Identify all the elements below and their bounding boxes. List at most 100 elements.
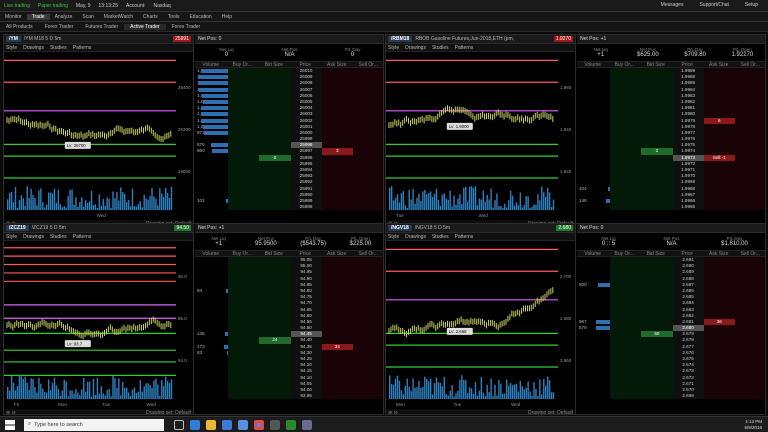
calculator-icon[interactable] — [270, 419, 280, 430]
symbol-box[interactable]: /YM — [6, 36, 21, 42]
zoom-icon[interactable]: ⊕ ⊖ — [388, 410, 398, 415]
toolbar-drawings[interactable]: Drawings — [23, 45, 44, 51]
volume-bar — [513, 384, 516, 399]
menu-trade[interactable]: Trade — [26, 13, 50, 20]
buy-order-cell[interactable] — [228, 393, 260, 400]
windows-start-icon[interactable] — [5, 419, 15, 430]
buy-order-cell[interactable] — [610, 204, 642, 211]
toolbar-patterns[interactable]: Patterns — [73, 234, 92, 240]
bid-size-cell[interactable] — [641, 204, 673, 211]
menu-help[interactable]: Help — [217, 14, 237, 20]
volume-bar — [225, 198, 229, 203]
chrome-icon[interactable] — [254, 419, 264, 430]
volume-bar — [519, 380, 522, 399]
volume-bar — [449, 390, 451, 399]
drawing-set-dropdown[interactable]: Drawing set: Default — [528, 410, 573, 415]
volume-bar — [472, 188, 475, 210]
edge-icon[interactable] — [190, 419, 200, 430]
ask-size-cell[interactable] — [703, 393, 735, 400]
subtab-item[interactable]: Forex Trader — [39, 24, 80, 30]
sell-order-cell[interactable] — [734, 393, 765, 400]
volume-bar — [137, 203, 140, 210]
system-tray-clock[interactable]: 1:13 PM 5/9/2018 — [744, 419, 762, 430]
top-link[interactable]: Support/Chat — [695, 2, 732, 9]
menu-tools[interactable]: Tools — [163, 14, 185, 20]
y-axis-label: 26200 — [178, 127, 191, 132]
volume-bar — [433, 193, 436, 210]
app-icon[interactable] — [302, 419, 312, 430]
top-link[interactable]: Messages — [657, 2, 688, 9]
column-header: Buy Or... — [614, 251, 634, 257]
toolbar-patterns[interactable]: Patterns — [455, 234, 474, 240]
toolbar-style[interactable]: Style — [388, 234, 399, 240]
volume-bar — [139, 380, 141, 399]
volume-bar — [201, 69, 229, 73]
volume-bar — [443, 193, 445, 210]
file-explorer-icon[interactable] — [206, 419, 216, 430]
zoom-icon[interactable]: ⊕ ⊖ — [6, 410, 16, 415]
menu-education[interactable]: Education — [184, 14, 216, 20]
status-item[interactable]: Paper trading — [34, 3, 72, 9]
buy-order-cell[interactable] — [610, 393, 642, 400]
thinkorswim-icon[interactable] — [286, 419, 296, 430]
menu-monitor[interactable]: Monitor — [0, 14, 27, 20]
subtab-item[interactable]: Forex Trader — [166, 24, 207, 30]
bid-size-cell[interactable] — [641, 393, 673, 400]
volume-bar — [49, 390, 52, 399]
top-link[interactable]: Setup — [741, 2, 762, 9]
toolbar-style[interactable]: Style — [6, 234, 17, 240]
store-icon[interactable] — [222, 419, 232, 430]
toolbar-drawings[interactable]: Drawings — [23, 234, 44, 240]
y-axis-label: 1.960 — [560, 85, 572, 90]
symbol-box[interactable]: /NGV18 — [388, 225, 412, 231]
toolbar-drawings[interactable]: Drawings — [405, 45, 426, 51]
volume-bar — [59, 204, 62, 210]
menu-analyze[interactable]: Analyze — [50, 14, 78, 20]
column-header: Bid Size — [264, 251, 283, 257]
price-chart[interactable]: 26400 26200 26000 Lv: 26700 Wed — [4, 52, 194, 220]
ask-size-cell[interactable] — [703, 204, 735, 211]
symbol-box[interactable]: /RBM18 — [388, 36, 413, 42]
toolbar-studies[interactable]: Studies — [50, 45, 67, 51]
price-chart[interactable]: 96.0 95.0 94.0 Lv: 93.7 Fri Mon Tue Wed — [4, 241, 194, 409]
volume-bar — [75, 389, 77, 399]
sell-order-cell[interactable] — [352, 393, 383, 400]
subtab-item[interactable]: Active Trader — [124, 23, 166, 30]
toolbar-studies[interactable]: Studies — [432, 45, 449, 51]
ask-size-cell[interactable] — [321, 393, 353, 400]
toolbar-studies[interactable]: Studies — [432, 234, 449, 240]
subtab-item[interactable]: All Products — [0, 24, 39, 30]
sell-order-cell[interactable] — [352, 204, 383, 211]
volume-bar — [131, 188, 134, 210]
menu-charts[interactable]: Charts — [138, 14, 163, 20]
stat-value: $225.00 — [349, 241, 372, 247]
sell-order-cell[interactable] — [734, 204, 765, 211]
toolbar-studies[interactable]: Studies — [50, 234, 67, 240]
volume-bar — [24, 376, 26, 399]
status-item[interactable]: Live trading — [0, 3, 34, 9]
subtab-item[interactable]: Futures Trader — [79, 24, 124, 30]
price-chart[interactable]: 2.700 2.680 2.660 Lv: 2.668 Mon Tue Wed — [386, 241, 576, 409]
price-chart[interactable]: 1.960 1.940 1.920 Lv: 1.9000 Tue Wed — [386, 52, 576, 220]
volume-bar — [94, 394, 97, 399]
symbol-box[interactable]: /ZCZ19 — [6, 225, 29, 231]
bid-size-cell[interactable] — [259, 204, 291, 211]
toolbar-patterns[interactable]: Patterns — [73, 45, 92, 51]
volume-bar — [226, 350, 229, 355]
ask-size-cell[interactable] — [321, 204, 353, 211]
menu-scan[interactable]: Scan — [77, 14, 98, 20]
mail-icon[interactable] — [238, 419, 248, 430]
toolbar-style[interactable]: Style — [388, 45, 399, 51]
task-view-icon[interactable] — [174, 419, 184, 430]
chart-toolbar: Style Drawings Studies Patterns — [386, 44, 575, 52]
bid-size-cell[interactable] — [259, 393, 291, 400]
toolbar-patterns[interactable]: Patterns — [455, 45, 474, 51]
menu-marketwatch[interactable]: MarketWatch — [99, 14, 138, 20]
drawing-set-dropdown[interactable]: Drawing set: Default — [146, 410, 191, 415]
ladder-rows: 95.05 95.00 94.95 94.90 94.85 94 94.80 94.75 94.… — [195, 257, 383, 400]
buy-order-cell[interactable] — [228, 204, 260, 211]
volume-bar — [202, 99, 229, 104]
toolbar-drawings[interactable]: Drawings — [405, 234, 426, 240]
toolbar-style[interactable]: Style — [6, 45, 17, 51]
taskbar-search-input[interactable]: ⌕ Type here to search — [24, 418, 164, 431]
